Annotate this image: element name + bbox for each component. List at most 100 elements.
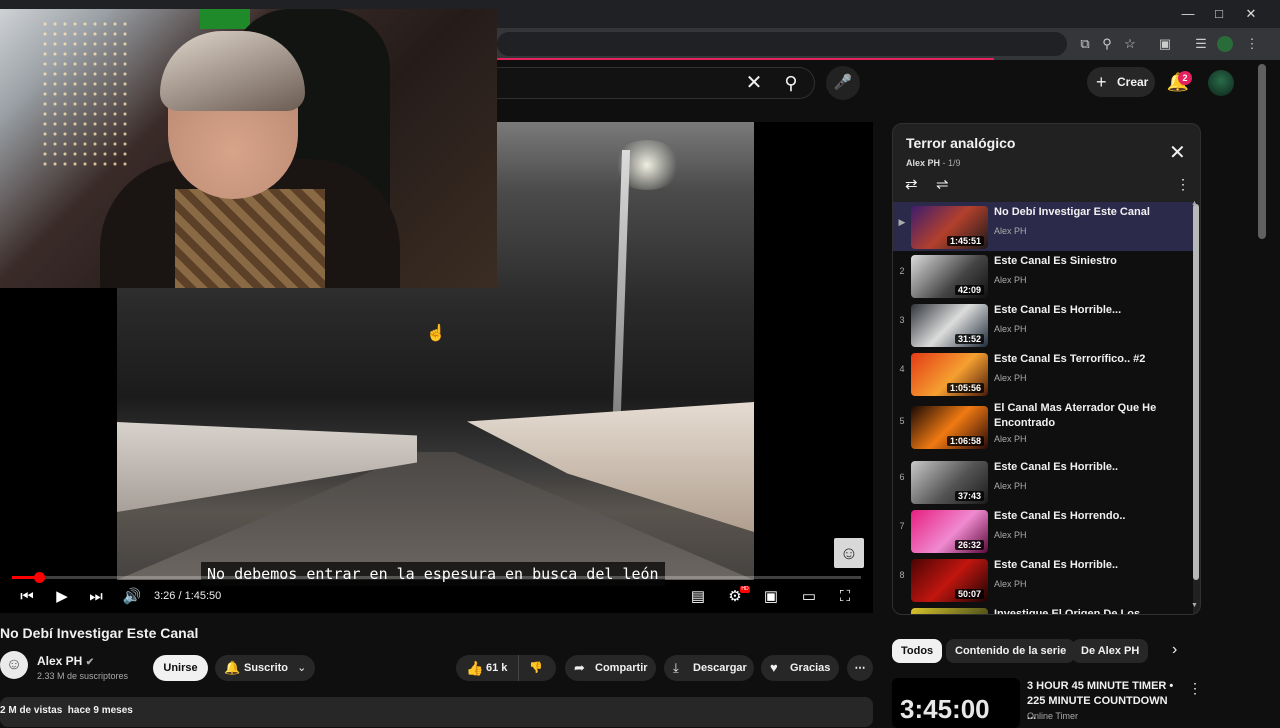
- playlist-item-title: Este Canal Es Horrible..: [994, 461, 1119, 473]
- playlist-item-index: 5: [899, 416, 905, 426]
- shuffle-icon[interactable]: ⇌: [936, 175, 949, 193]
- duration-badge: 31:52: [954, 334, 984, 344]
- recommendation-thumbnail[interactable]: 3:45:00: [892, 678, 1020, 728]
- thanks-button[interactable]: ♥ Gracias: [761, 655, 839, 681]
- dislike-button[interactable]: 👎: [518, 655, 543, 681]
- miniplayer-icon[interactable]: ▣: [759, 585, 783, 609]
- channel-watermark[interactable]: ☺: [834, 538, 864, 568]
- playlist-item[interactable]: 3 31:52 Este Canal Es Horrible... Alex PH: [893, 300, 1193, 349]
- chrome-menu-icon[interactable]: ⋮: [1242, 34, 1262, 54]
- duration-badge: 50:07: [954, 589, 984, 599]
- playlist-item-channel: Alex PH: [994, 530, 1027, 540]
- chip-channel[interactable]: De Alex PH: [1072, 639, 1149, 663]
- playlist-meta: Alex PH - 1/9: [906, 158, 961, 168]
- view-count-date: 2 M de vistas hace 9 meses: [0, 705, 133, 716]
- extensions-icon[interactable]: ▣: [1155, 34, 1175, 54]
- volume-icon[interactable]: 🔊: [120, 585, 144, 609]
- plus-icon: +: [1096, 72, 1107, 92]
- theater-mode-icon[interactable]: ▭: [797, 585, 821, 609]
- playlist-item-thumbnail[interactable]: 1:05:56: [911, 353, 988, 396]
- playlist-items: ▶ 1:45:51 No Debí Investigar Este Canal Ale…: [893, 202, 1193, 614]
- create-button[interactable]: + Crear: [1087, 67, 1155, 97]
- playlist-item[interactable]: 5 1:06:58 El Canal Mas Aterrador Que He En…: [893, 398, 1193, 454]
- playlist-item-thumbnail[interactable]: 1:06:58: [911, 406, 988, 449]
- scroll-up-icon[interactable]: ▲: [1191, 200, 1198, 207]
- playlist-title[interactable]: Terror analógico: [906, 135, 1015, 151]
- more-actions-icon[interactable]: ⋯: [847, 655, 873, 681]
- microphone-icon[interactable]: 🎤: [826, 66, 860, 100]
- minimize-icon[interactable]: —: [1178, 4, 1198, 24]
- playlist-scrollbar[interactable]: [1193, 204, 1199, 580]
- playlist-item-index: 7: [899, 521, 905, 531]
- duration-badge: 1:06:58: [946, 436, 984, 446]
- subtitles-icon[interactable]: ▤: [686, 585, 710, 609]
- zoom-icon[interactable]: ⚲: [1097, 34, 1117, 54]
- notification-badge: 2: [1178, 71, 1192, 85]
- chair-accent: [200, 9, 250, 29]
- bookmark-star-icon[interactable]: ☆: [1120, 34, 1140, 54]
- playlist-item[interactable]: 2 42:09 Este Canal Es Siniestro Alex PH: [893, 251, 1193, 300]
- thumbs-up-icon: 👍: [466, 660, 484, 676]
- playlist-item[interactable]: ▶ 1:45:51 No Debí Investigar Este Canal Ale…: [893, 202, 1193, 251]
- street-lamp: [611, 150, 631, 440]
- chip-series[interactable]: Contenido de la serie: [946, 639, 1076, 663]
- scroll-down-icon[interactable]: ▼: [1191, 602, 1198, 609]
- playlist-item-title: Investigue El Origen De Los: [994, 608, 1141, 614]
- install-app-icon[interactable]: ⧉: [1075, 34, 1095, 54]
- playlist-item-thumbnail[interactable]: [911, 608, 988, 614]
- playlist-item[interactable]: 6 37:43 Este Canal Es Horrible.. Alex PH: [893, 457, 1193, 506]
- previous-icon[interactable]: ⏮: [15, 585, 39, 609]
- playlist-item-channel: Alex PH: [994, 226, 1027, 236]
- scrubber-handle[interactable]: [34, 572, 45, 583]
- caption-text: No debemos entrar en la espesura en busc…: [201, 562, 665, 586]
- address-bar[interactable]: [497, 32, 1067, 56]
- join-button[interactable]: Unirse: [153, 655, 208, 681]
- playlist-item-thumbnail[interactable]: 31:52: [911, 304, 988, 347]
- like-button[interactable]: 👍 61 k 👎: [456, 655, 556, 681]
- playlist-item[interactable]: 8 50:07 Este Canal Es Horrible.. Alex PH: [893, 555, 1193, 604]
- close-playlist-icon[interactable]: ✕: [1169, 140, 1186, 165]
- page-scrollbar[interactable]: [1258, 64, 1266, 239]
- channel-avatar[interactable]: ☺: [0, 651, 28, 679]
- share-button[interactable]: ➦ Compartir: [565, 655, 656, 681]
- playlist-item[interactable]: 4 1:05:56 Este Canal Es Terrorífico.. #2 Al…: [893, 349, 1193, 398]
- subscribed-button[interactable]: 🔔 Suscrito ⌄: [215, 655, 315, 681]
- clear-search-icon[interactable]: ✕: [738, 67, 770, 99]
- search-icon[interactable]: ⚲: [775, 67, 807, 99]
- playlist-item[interactable]: 7 26:32 Este Canal Es Horrendo.. Alex PH: [893, 506, 1193, 555]
- playlist-item-thumbnail[interactable]: 26:32: [911, 510, 988, 553]
- profile-avatar[interactable]: [1217, 36, 1233, 52]
- account-avatar[interactable]: [1208, 70, 1234, 96]
- channel-name[interactable]: Alex PH ✔: [37, 654, 94, 668]
- recommendation-menu-icon[interactable]: ⋮: [1188, 680, 1202, 697]
- maximize-icon[interactable]: □: [1209, 4, 1229, 24]
- chevron-right-icon[interactable]: ›: [1172, 641, 1177, 659]
- string-lights: [40, 19, 130, 169]
- loop-icon[interactable]: ⇄: [905, 175, 918, 193]
- subscriber-count: 2.33 M de suscriptores: [37, 671, 129, 681]
- playlist-item-thumbnail[interactable]: 37:43: [911, 461, 988, 504]
- video-title: No Debí Investigar Este Canal: [0, 625, 199, 641]
- fullscreen-icon[interactable]: ⛶: [833, 585, 857, 609]
- next-icon[interactable]: ⏭: [84, 585, 108, 609]
- progress-bar[interactable]: [12, 576, 861, 579]
- download-icon: ⤓: [673, 660, 679, 675]
- playlist-item-index: 3: [899, 315, 905, 325]
- playlist-item-thumbnail[interactable]: 1:45:51: [911, 206, 988, 249]
- playlist-item-channel: Alex PH: [994, 434, 1027, 444]
- media-control-icon[interactable]: ☰: [1191, 34, 1211, 54]
- now-playing-icon: ▶: [898, 217, 906, 227]
- playlist-item-title: Este Canal Es Siniestro: [994, 255, 1117, 267]
- playlist-menu-icon[interactable]: ⋮: [1176, 176, 1190, 193]
- bell-icon: 🔔: [224, 660, 241, 675]
- download-button[interactable]: ⤓ Descargar: [664, 655, 754, 681]
- chip-todos[interactable]: Todos: [892, 639, 943, 663]
- playlist-item-index: 8: [899, 570, 905, 580]
- play-icon[interactable]: ▶: [50, 585, 74, 609]
- playlist-item-channel: Alex PH: [994, 324, 1027, 334]
- close-window-icon[interactable]: ✕: [1241, 4, 1261, 24]
- playlist-item[interactable]: Investigue El Origen De Los: [893, 604, 1193, 614]
- playlist-item-thumbnail[interactable]: 50:07: [911, 559, 988, 602]
- playlist-item-index: 2: [899, 266, 905, 276]
- playlist-item-thumbnail[interactable]: 42:09: [911, 255, 988, 298]
